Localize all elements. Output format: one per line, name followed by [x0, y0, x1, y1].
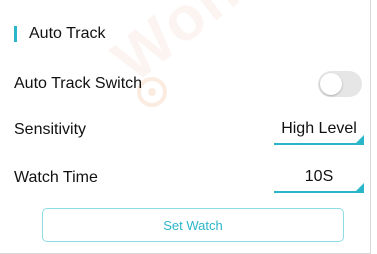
sensitivity-row: Sensitivity High Level [14, 115, 364, 145]
watch-time-value: 10S [304, 168, 334, 185]
sensitivity-label: Sensitivity [14, 121, 87, 138]
sensitivity-value: High Level [281, 120, 357, 137]
watch-time-row: Watch Time 10S [14, 163, 364, 193]
sensitivity-select[interactable]: High Level [274, 115, 364, 145]
set-watch-button[interactable]: Set Watch [42, 208, 344, 242]
section-accent-bar [14, 26, 17, 42]
dropdown-corner-icon [356, 183, 364, 191]
auto-track-switch-row: Auto Track Switch [14, 70, 364, 98]
watch-time-select[interactable]: 10S [274, 163, 364, 193]
dropdown-corner-icon [356, 135, 364, 143]
settings-panel: Wonsee Auto Track Auto Track Switch Sens… [0, 0, 371, 254]
section-title: Auto Track [29, 25, 106, 42]
watch-time-label: Watch Time [14, 169, 98, 186]
toggle-knob [320, 73, 342, 95]
section-header: Auto Track [14, 24, 105, 44]
auto-track-switch-label: Auto Track Switch [14, 75, 143, 92]
auto-track-toggle[interactable] [318, 71, 362, 97]
